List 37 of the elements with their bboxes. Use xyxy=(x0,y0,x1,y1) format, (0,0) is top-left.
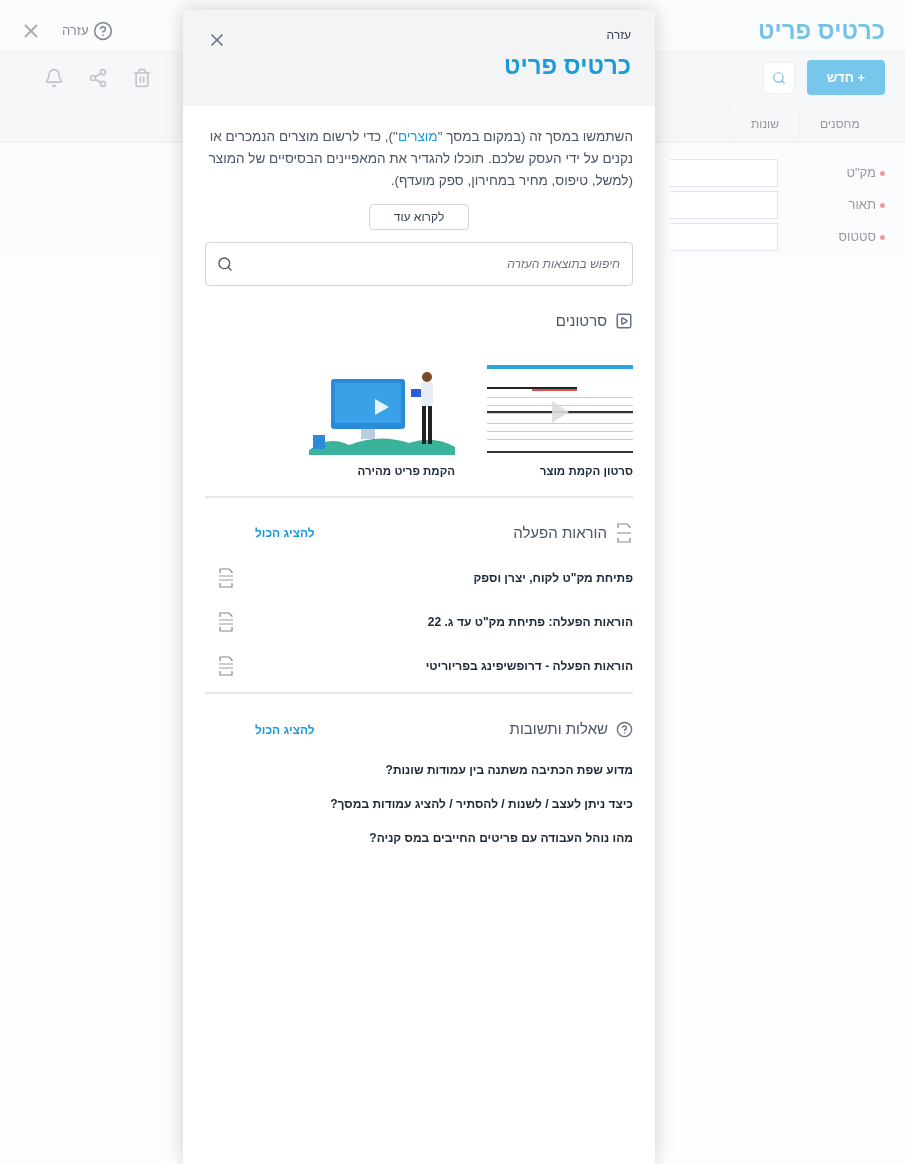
bell-icon[interactable] xyxy=(44,67,64,88)
pdf-file-icon xyxy=(217,567,235,590)
section-heading: סרטונים xyxy=(555,311,607,331)
input-field[interactable] xyxy=(670,159,778,187)
panel-title: כרטיס פריט xyxy=(503,51,631,81)
search-icon xyxy=(217,256,233,272)
input-field[interactable] xyxy=(670,191,778,219)
manual-link[interactable]: הוראות הפעלה: פתיחת מק"ט עד ג. 22 xyxy=(427,613,633,632)
faq-link[interactable]: מדוע שפת הכתיבה משתנה בין עמודות שונות? xyxy=(205,760,633,779)
manual-link[interactable]: הוראות הפעלה - דרופשיפינג בפריוריטי xyxy=(425,657,633,676)
pdf-file-icon xyxy=(217,611,235,634)
search-icon xyxy=(771,70,786,85)
question-icon xyxy=(616,721,633,738)
page-title: כרטיס פריט xyxy=(757,16,885,46)
field-label: סטטוס xyxy=(838,228,876,247)
intro-paragraph: השתמשו במסך זה (במקום במסך "מוצרים"), כדי לרשום מוצרים הנמכרים או נקנים על ידי העסק שלכם. תוכלו להגדיר את המאפיינים הבסיסיים של המוצר (למשל, טיפוס, מחיר במחירון, ספק מועדף). xyxy=(207,128,633,190)
field-label: מק"ט xyxy=(846,164,876,183)
section-heading: שאלות ותשובות xyxy=(509,719,608,740)
panel-subtitle: עזרה xyxy=(605,27,631,44)
share-icon[interactable] xyxy=(88,67,108,88)
read-more-button[interactable]: לקרוא עוד xyxy=(368,204,470,230)
input-field[interactable] xyxy=(670,223,778,251)
trash-icon[interactable] xyxy=(132,67,152,88)
video-icon xyxy=(615,312,633,331)
section-heading: הוראות הפעלה xyxy=(513,522,607,543)
field-label: תאור xyxy=(848,196,876,215)
help-icon xyxy=(92,21,113,41)
search-field[interactable]: חיפוש בתוצאות העזרה xyxy=(205,242,633,286)
faq-link[interactable]: כיצד ניתן לעצב / לשנות / להסתיר / להציג עמודות במסך? xyxy=(205,794,633,813)
video-caption[interactable]: הקמת פריט מהירה xyxy=(309,462,455,480)
manual-link[interactable]: פתיחת מק"ט לקוח, יצרן וספק xyxy=(473,569,633,588)
video-thumbnail[interactable] xyxy=(487,364,633,455)
pdf-file-icon xyxy=(217,655,235,678)
search-button[interactable] xyxy=(762,61,795,94)
video-caption[interactable]: סרטון הקמת מוצר xyxy=(487,462,633,480)
doc-file-icon xyxy=(615,522,633,544)
faq-link[interactable]: מהו נוהל העבודה עם פריטים החייבים במס קניה? xyxy=(205,828,633,847)
